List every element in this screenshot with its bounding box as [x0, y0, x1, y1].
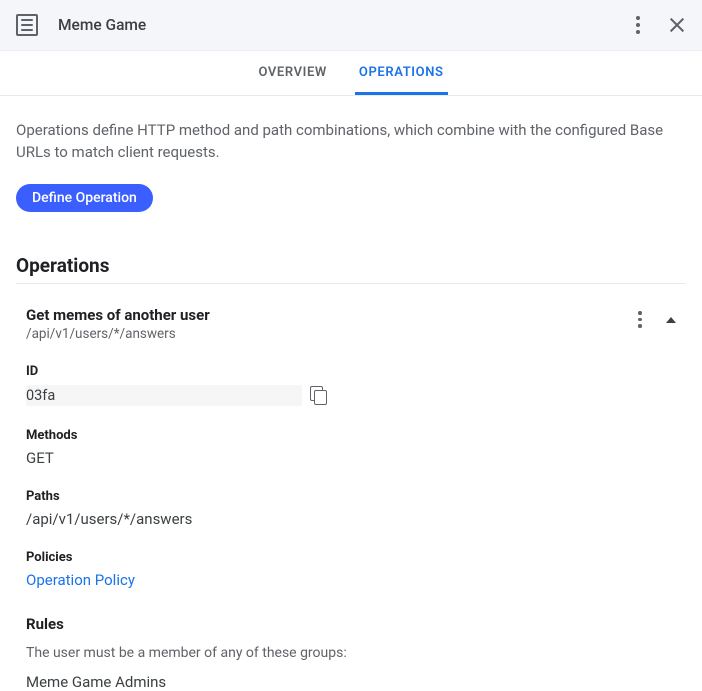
operation-subtitle: /api/v1/users/*/answers [26, 326, 210, 342]
rules-group: Meme Game Admins [26, 673, 676, 691]
operations-section-title: Operations [16, 254, 686, 284]
methods-label: Methods [26, 428, 676, 443]
tab-operations[interactable]: OPERATIONS [355, 65, 448, 95]
copy-icon[interactable] [310, 386, 326, 404]
operations-description: Operations define HTTP method and path c… [16, 120, 686, 164]
operation-title: Get memes of another user [26, 306, 210, 324]
id-label: ID [26, 364, 676, 379]
paths-value: /api/v1/users/*/answers [26, 510, 676, 528]
paths-label: Paths [26, 489, 676, 504]
operation-header-left: Get memes of another user /api/v1/users/… [26, 306, 210, 342]
tabs: OVERVIEW OPERATIONS [0, 51, 702, 96]
header-right [630, 15, 686, 35]
operation-policy-link[interactable]: Operation Policy [26, 571, 676, 589]
page-title: Meme Game [58, 16, 146, 34]
more-actions-icon[interactable] [630, 15, 646, 35]
collapse-icon[interactable] [666, 317, 676, 323]
header-left: Meme Game [16, 14, 146, 36]
operation-card: Get memes of another user /api/v1/users/… [16, 292, 686, 691]
operation-header-right [632, 306, 676, 330]
id-row: 03fa [26, 385, 676, 406]
rules-title: Rules [26, 615, 676, 633]
page-header: Meme Game [0, 0, 702, 51]
operation-more-icon[interactable] [632, 310, 648, 330]
methods-value: GET [26, 449, 676, 467]
document-icon [16, 14, 38, 36]
policies-label: Policies [26, 550, 676, 565]
tab-overview[interactable]: OVERVIEW [254, 65, 330, 95]
operation-header: Get memes of another user /api/v1/users/… [26, 306, 676, 342]
content: Operations define HTTP method and path c… [0, 96, 702, 691]
close-icon[interactable] [668, 16, 686, 34]
define-operation-button[interactable]: Define Operation [16, 184, 153, 212]
rules-description: The user must be a member of any of thes… [26, 645, 676, 661]
id-value: 03fa [26, 385, 302, 406]
